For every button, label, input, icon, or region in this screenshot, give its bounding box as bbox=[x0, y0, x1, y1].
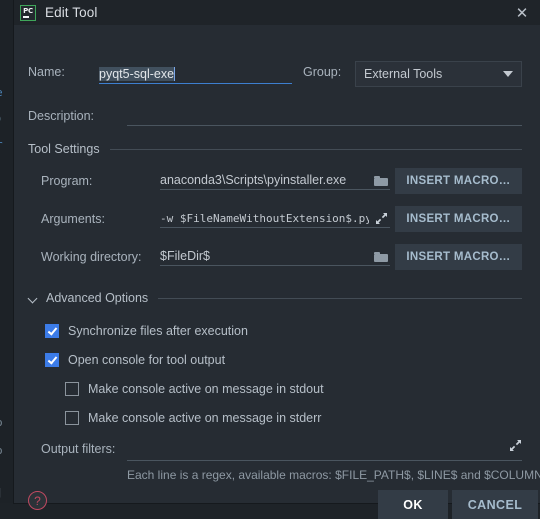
working-directory-label: Working directory: bbox=[41, 250, 142, 264]
insert-macro-program-button[interactable]: INSERT MACRO… bbox=[395, 168, 522, 194]
dialog-body: Name: pyqt5-sql-exe Group: External Tool… bbox=[14, 25, 540, 519]
chevron-collapse-icon[interactable] bbox=[28, 293, 39, 304]
checkbox-label: Make console active on message in stdout bbox=[88, 382, 324, 396]
arguments-label: Arguments: bbox=[41, 212, 105, 226]
program-row: Program: bbox=[41, 174, 92, 188]
dialog-title: Edit Tool bbox=[45, 5, 98, 20]
tool-settings-title: Tool Settings bbox=[28, 142, 100, 156]
group-label: Group: bbox=[303, 65, 342, 79]
cancel-button[interactable]: CANCEL bbox=[452, 490, 538, 519]
bg-code-fragment: ) bbox=[0, 112, 3, 125]
checkbox-indicator-unchecked[interactable] bbox=[65, 382, 79, 396]
folder-browse-icon[interactable] bbox=[374, 175, 388, 186]
section-divider bbox=[158, 297, 522, 299]
output-filters-input[interactable] bbox=[127, 442, 522, 461]
checkbox-console-active-stderr[interactable]: Make console active on message in stderr bbox=[65, 411, 321, 425]
dialog-titlebar: PC Edit Tool ✕ bbox=[14, 0, 540, 25]
bg-code-fragment: o bbox=[0, 416, 3, 429]
name-input[interactable]: pyqt5-sql-exe bbox=[99, 65, 292, 84]
working-directory-input-text: $FileDir$ bbox=[160, 249, 211, 263]
checkbox-label: Make console active on message in stderr bbox=[88, 411, 322, 425]
help-icon[interactable]: ? bbox=[28, 491, 47, 510]
tool-settings-section-header: Tool Settings bbox=[28, 142, 522, 156]
output-filters-row: Output filters: bbox=[41, 442, 115, 456]
name-label: Name: bbox=[28, 65, 65, 79]
arguments-row: Arguments: bbox=[41, 212, 105, 226]
expand-editor-icon[interactable] bbox=[375, 212, 388, 225]
arguments-input-text: -w $FileNameWithoutExtension$.py bbox=[160, 211, 369, 225]
advanced-options-section-header[interactable]: Advanced Options bbox=[28, 291, 522, 305]
checkbox-label: Open console for tool output bbox=[68, 353, 226, 367]
bg-code-fragment: ] bbox=[0, 486, 3, 499]
name-row: Name: bbox=[28, 65, 95, 79]
description-label: Description: bbox=[28, 109, 94, 123]
output-filters-hint: Each line is a regex, available macros: … bbox=[127, 468, 540, 482]
pycharm-icon: PC bbox=[20, 4, 36, 21]
group-dropdown[interactable]: External Tools bbox=[355, 61, 522, 87]
bg-code-fragment: r bbox=[0, 138, 3, 151]
folder-browse-icon[interactable] bbox=[374, 251, 388, 262]
name-input-selection: pyqt5-sql-exe bbox=[99, 67, 175, 81]
close-icon[interactable]: ✕ bbox=[512, 3, 532, 23]
text-caret bbox=[174, 67, 176, 81]
bg-code-fragment: e bbox=[0, 86, 3, 99]
name-input-text: pyqt5-sql-exe bbox=[99, 67, 292, 81]
chevron-down-icon bbox=[503, 71, 513, 77]
checkbox-open-console[interactable]: Open console for tool output bbox=[45, 353, 225, 367]
description-row: Description: bbox=[28, 109, 94, 123]
ok-button[interactable]: OK bbox=[378, 490, 448, 519]
arguments-input[interactable]: -w $FileNameWithoutExtension$.py bbox=[160, 209, 390, 228]
group-dropdown-value: External Tools bbox=[364, 67, 443, 81]
pycharm-icon-text: PC bbox=[23, 6, 33, 15]
checkbox-synchronize-files[interactable]: Synchronize files after execution bbox=[45, 324, 248, 338]
insert-macro-arguments-button[interactable]: INSERT MACRO… bbox=[395, 206, 522, 232]
section-divider bbox=[109, 148, 522, 150]
working-directory-row: Working directory: bbox=[41, 250, 142, 264]
bg-code-fragment: o bbox=[0, 444, 3, 457]
checkbox-indicator-checked[interactable] bbox=[45, 353, 59, 367]
checkbox-indicator-unchecked[interactable] bbox=[65, 411, 79, 425]
output-filters-label: Output filters: bbox=[41, 442, 116, 456]
program-input-text: anaconda3\Scripts\pyinstaller.exe bbox=[160, 173, 347, 187]
checkbox-label: Synchronize files after execution bbox=[68, 324, 248, 338]
working-directory-input[interactable]: $FileDir$ bbox=[160, 247, 390, 266]
ide-left-strip: e ) r o o ] bbox=[0, 0, 15, 503]
checkbox-indicator-checked[interactable] bbox=[45, 324, 59, 338]
program-input[interactable]: anaconda3\Scripts\pyinstaller.exe bbox=[160, 171, 390, 190]
edit-tool-dialog: PC Edit Tool ✕ Name: pyqt5-sql-exe Group… bbox=[14, 0, 540, 519]
program-label: Program: bbox=[41, 174, 93, 188]
advanced-options-title: Advanced Options bbox=[46, 291, 149, 305]
group-row: Group: bbox=[303, 65, 341, 79]
description-input[interactable] bbox=[127, 107, 522, 126]
checkbox-console-active-stdout[interactable]: Make console active on message in stdout bbox=[65, 382, 324, 396]
pycharm-icon-bar bbox=[23, 15, 29, 18]
insert-macro-working-directory-button[interactable]: INSERT MACRO… bbox=[395, 244, 522, 270]
